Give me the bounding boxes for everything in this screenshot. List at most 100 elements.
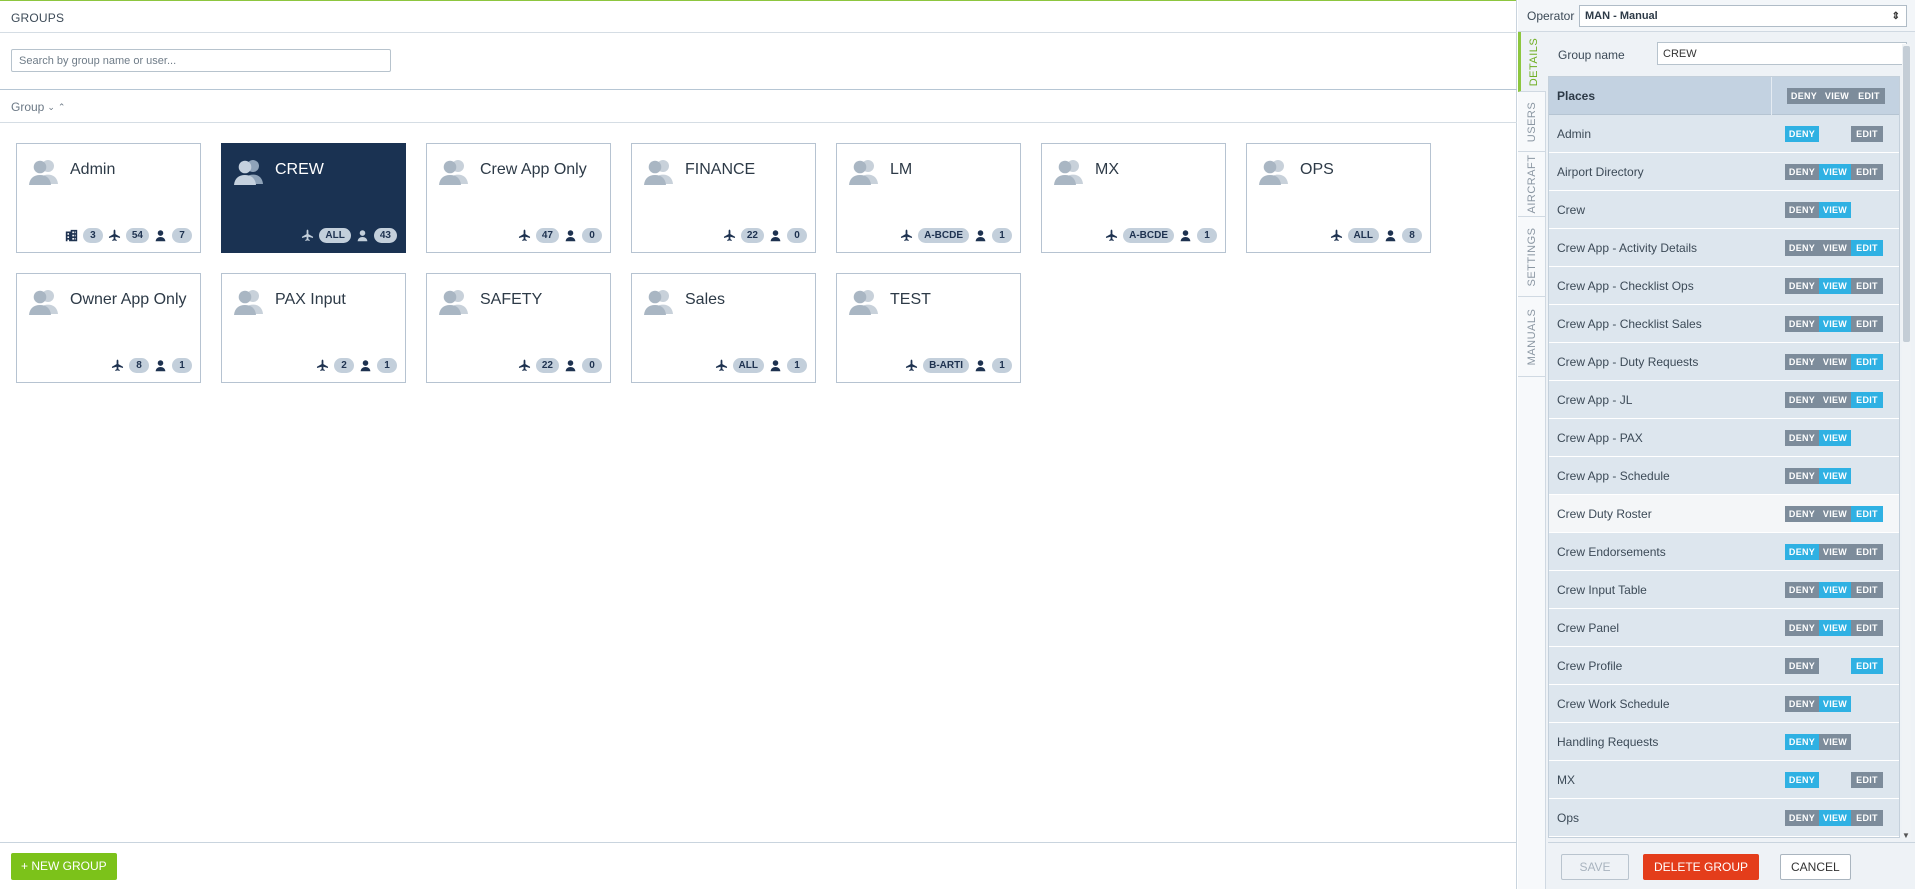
- group-tile[interactable]: MX A-BCDE 1: [1041, 143, 1226, 253]
- deny-permission-button[interactable]: DENY: [1785, 354, 1819, 370]
- view-permission-button[interactable]: VIEW: [1819, 544, 1851, 560]
- edit-permission-button[interactable]: EDIT: [1851, 772, 1883, 788]
- tab-aircraft[interactable]: AIRCRAFT: [1518, 152, 1546, 217]
- deny-permission-button[interactable]: DENY: [1785, 164, 1819, 180]
- group-tile[interactable]: CREW ALL 43: [221, 143, 406, 253]
- deny-permission-button[interactable]: DENY: [1785, 506, 1819, 522]
- place-row: Crew DENY VIEW: [1549, 191, 1899, 229]
- tab-settings[interactable]: SETTINGS: [1518, 217, 1546, 297]
- tab-users[interactable]: USERS: [1518, 92, 1546, 152]
- view-permission-button[interactable]: VIEW: [1819, 316, 1851, 332]
- plane-icon: [723, 229, 736, 242]
- deny-permission-button[interactable]: DENY: [1785, 392, 1819, 408]
- view-permission-button[interactable]: VIEW: [1819, 202, 1851, 218]
- cancel-button[interactable]: CANCEL: [1780, 854, 1851, 880]
- deny-permission-button[interactable]: DENY: [1785, 772, 1819, 788]
- operator-select[interactable]: MAN - Manual ⇕: [1579, 5, 1907, 27]
- panel-footer: SAVE DELETE GROUP CANCEL: [1548, 842, 1915, 889]
- stat-badge: 1: [992, 358, 1012, 373]
- user-icon: [564, 229, 577, 242]
- view-all-button[interactable]: VIEW: [1821, 88, 1853, 104]
- view-permission-button[interactable]: VIEW: [1819, 696, 1851, 712]
- deny-permission-button[interactable]: DENY: [1785, 620, 1819, 636]
- group-tile[interactable]: FINANCE 22 0: [631, 143, 816, 253]
- group-avatar-icon: [849, 157, 879, 185]
- edit-permission-button[interactable]: EDIT: [1851, 544, 1883, 560]
- view-permission-button[interactable]: VIEW: [1819, 582, 1851, 598]
- group-tile[interactable]: Crew App Only 47 0: [426, 143, 611, 253]
- chevron-up-icon[interactable]: ⌃: [58, 102, 66, 113]
- edit-permission-button[interactable]: EDIT: [1851, 240, 1883, 256]
- stat-badge: 8: [1402, 228, 1422, 243]
- edit-permission-button[interactable]: EDIT: [1851, 278, 1883, 294]
- group-tile[interactable]: Admin 3 54 7: [16, 143, 201, 253]
- deny-permission-button[interactable]: DENY: [1785, 430, 1819, 446]
- deny-permission-button[interactable]: DENY: [1785, 658, 1819, 674]
- deny-permission-button[interactable]: DENY: [1785, 810, 1819, 826]
- tab-label: SETTINGS: [1526, 226, 1538, 287]
- group-tile[interactable]: SAFETY 22 0: [426, 273, 611, 383]
- deny-permission-button[interactable]: DENY: [1785, 316, 1819, 332]
- deny-permission-button[interactable]: DENY: [1785, 126, 1819, 142]
- group-tile[interactable]: TEST B-ARTI 1: [836, 273, 1021, 383]
- group-stats: ALL 8: [1330, 228, 1422, 243]
- view-permission-button[interactable]: VIEW: [1819, 240, 1851, 256]
- new-group-button[interactable]: + NEW GROUP: [11, 853, 117, 880]
- divider: [0, 842, 1517, 843]
- stat-badge: 3: [82, 228, 103, 243]
- edit-permission-button[interactable]: EDIT: [1851, 354, 1883, 370]
- save-button[interactable]: SAVE: [1561, 854, 1629, 880]
- deny-permission-button[interactable]: DENY: [1785, 734, 1819, 750]
- view-permission-button[interactable]: VIEW: [1819, 468, 1851, 484]
- deny-permission-button[interactable]: DENY: [1785, 468, 1819, 484]
- edit-permission-button[interactable]: EDIT: [1851, 126, 1883, 142]
- view-permission-button[interactable]: VIEW: [1819, 354, 1851, 370]
- edit-permission-button[interactable]: EDIT: [1851, 316, 1883, 332]
- places-scrollbar[interactable]: ▼: [1902, 44, 1911, 840]
- group-name-input[interactable]: [1657, 42, 1907, 65]
- operator-row: Operator MAN - Manual ⇕: [1518, 0, 1915, 32]
- place-name: Crew App - Activity Details: [1557, 241, 1698, 255]
- edit-all-button[interactable]: EDIT: [1853, 88, 1885, 104]
- edit-permission-button[interactable]: EDIT: [1851, 620, 1883, 636]
- view-permission-button[interactable]: VIEW: [1819, 430, 1851, 446]
- edit-permission-button[interactable]: EDIT: [1851, 658, 1883, 674]
- deny-permission-button[interactable]: DENY: [1785, 240, 1819, 256]
- view-permission-button[interactable]: VIEW: [1819, 506, 1851, 522]
- view-permission-button[interactable]: VIEW: [1819, 392, 1851, 408]
- group-name: PAX Input: [275, 291, 346, 308]
- group-tile[interactable]: PAX Input 2 1: [221, 273, 406, 383]
- sort-control[interactable]: Group ⌄ ⌃: [11, 100, 65, 114]
- permission-buttons: DENY EDIT: [1785, 126, 1883, 142]
- deny-permission-button[interactable]: DENY: [1785, 582, 1819, 598]
- deny-permission-button[interactable]: DENY: [1785, 544, 1819, 560]
- chevron-down-icon[interactable]: ⌄: [47, 102, 55, 113]
- search-input[interactable]: [11, 49, 391, 72]
- scroll-down-icon[interactable]: ▼: [1902, 831, 1910, 840]
- view-permission-button[interactable]: VIEW: [1819, 278, 1851, 294]
- delete-group-button[interactable]: DELETE GROUP: [1643, 854, 1760, 880]
- deny-permission-button[interactable]: DENY: [1785, 278, 1819, 294]
- deny-all-button[interactable]: DENY: [1787, 88, 1821, 104]
- view-permission-button[interactable]: VIEW: [1819, 620, 1851, 636]
- edit-permission-button[interactable]: EDIT: [1851, 164, 1883, 180]
- view-permission-button[interactable]: VIEW: [1819, 810, 1851, 826]
- group-tile[interactable]: LM A-BCDE 1: [836, 143, 1021, 253]
- tab-details[interactable]: DETAILS: [1518, 32, 1546, 92]
- deny-permission-button[interactable]: DENY: [1785, 202, 1819, 218]
- edit-permission-button[interactable]: EDIT: [1851, 810, 1883, 826]
- group-tile[interactable]: OPS ALL 8: [1246, 143, 1431, 253]
- deny-permission-button[interactable]: DENY: [1785, 696, 1819, 712]
- edit-permission-button[interactable]: EDIT: [1851, 582, 1883, 598]
- scrollbar-thumb[interactable]: [1903, 46, 1910, 342]
- view-permission-button[interactable]: VIEW: [1819, 734, 1851, 750]
- group-tile[interactable]: Owner App Only 8 1: [16, 273, 201, 383]
- group-tile[interactable]: Sales ALL 1: [631, 273, 816, 383]
- plane-icon: [715, 359, 728, 372]
- edit-permission-button[interactable]: EDIT: [1851, 392, 1883, 408]
- edit-permission-button[interactable]: EDIT: [1851, 506, 1883, 522]
- group-stats: 47 0: [518, 228, 602, 243]
- tab-manuals[interactable]: MANUALS: [1518, 297, 1546, 377]
- view-permission-button[interactable]: VIEW: [1819, 164, 1851, 180]
- group-stats: 22 0: [723, 228, 807, 243]
